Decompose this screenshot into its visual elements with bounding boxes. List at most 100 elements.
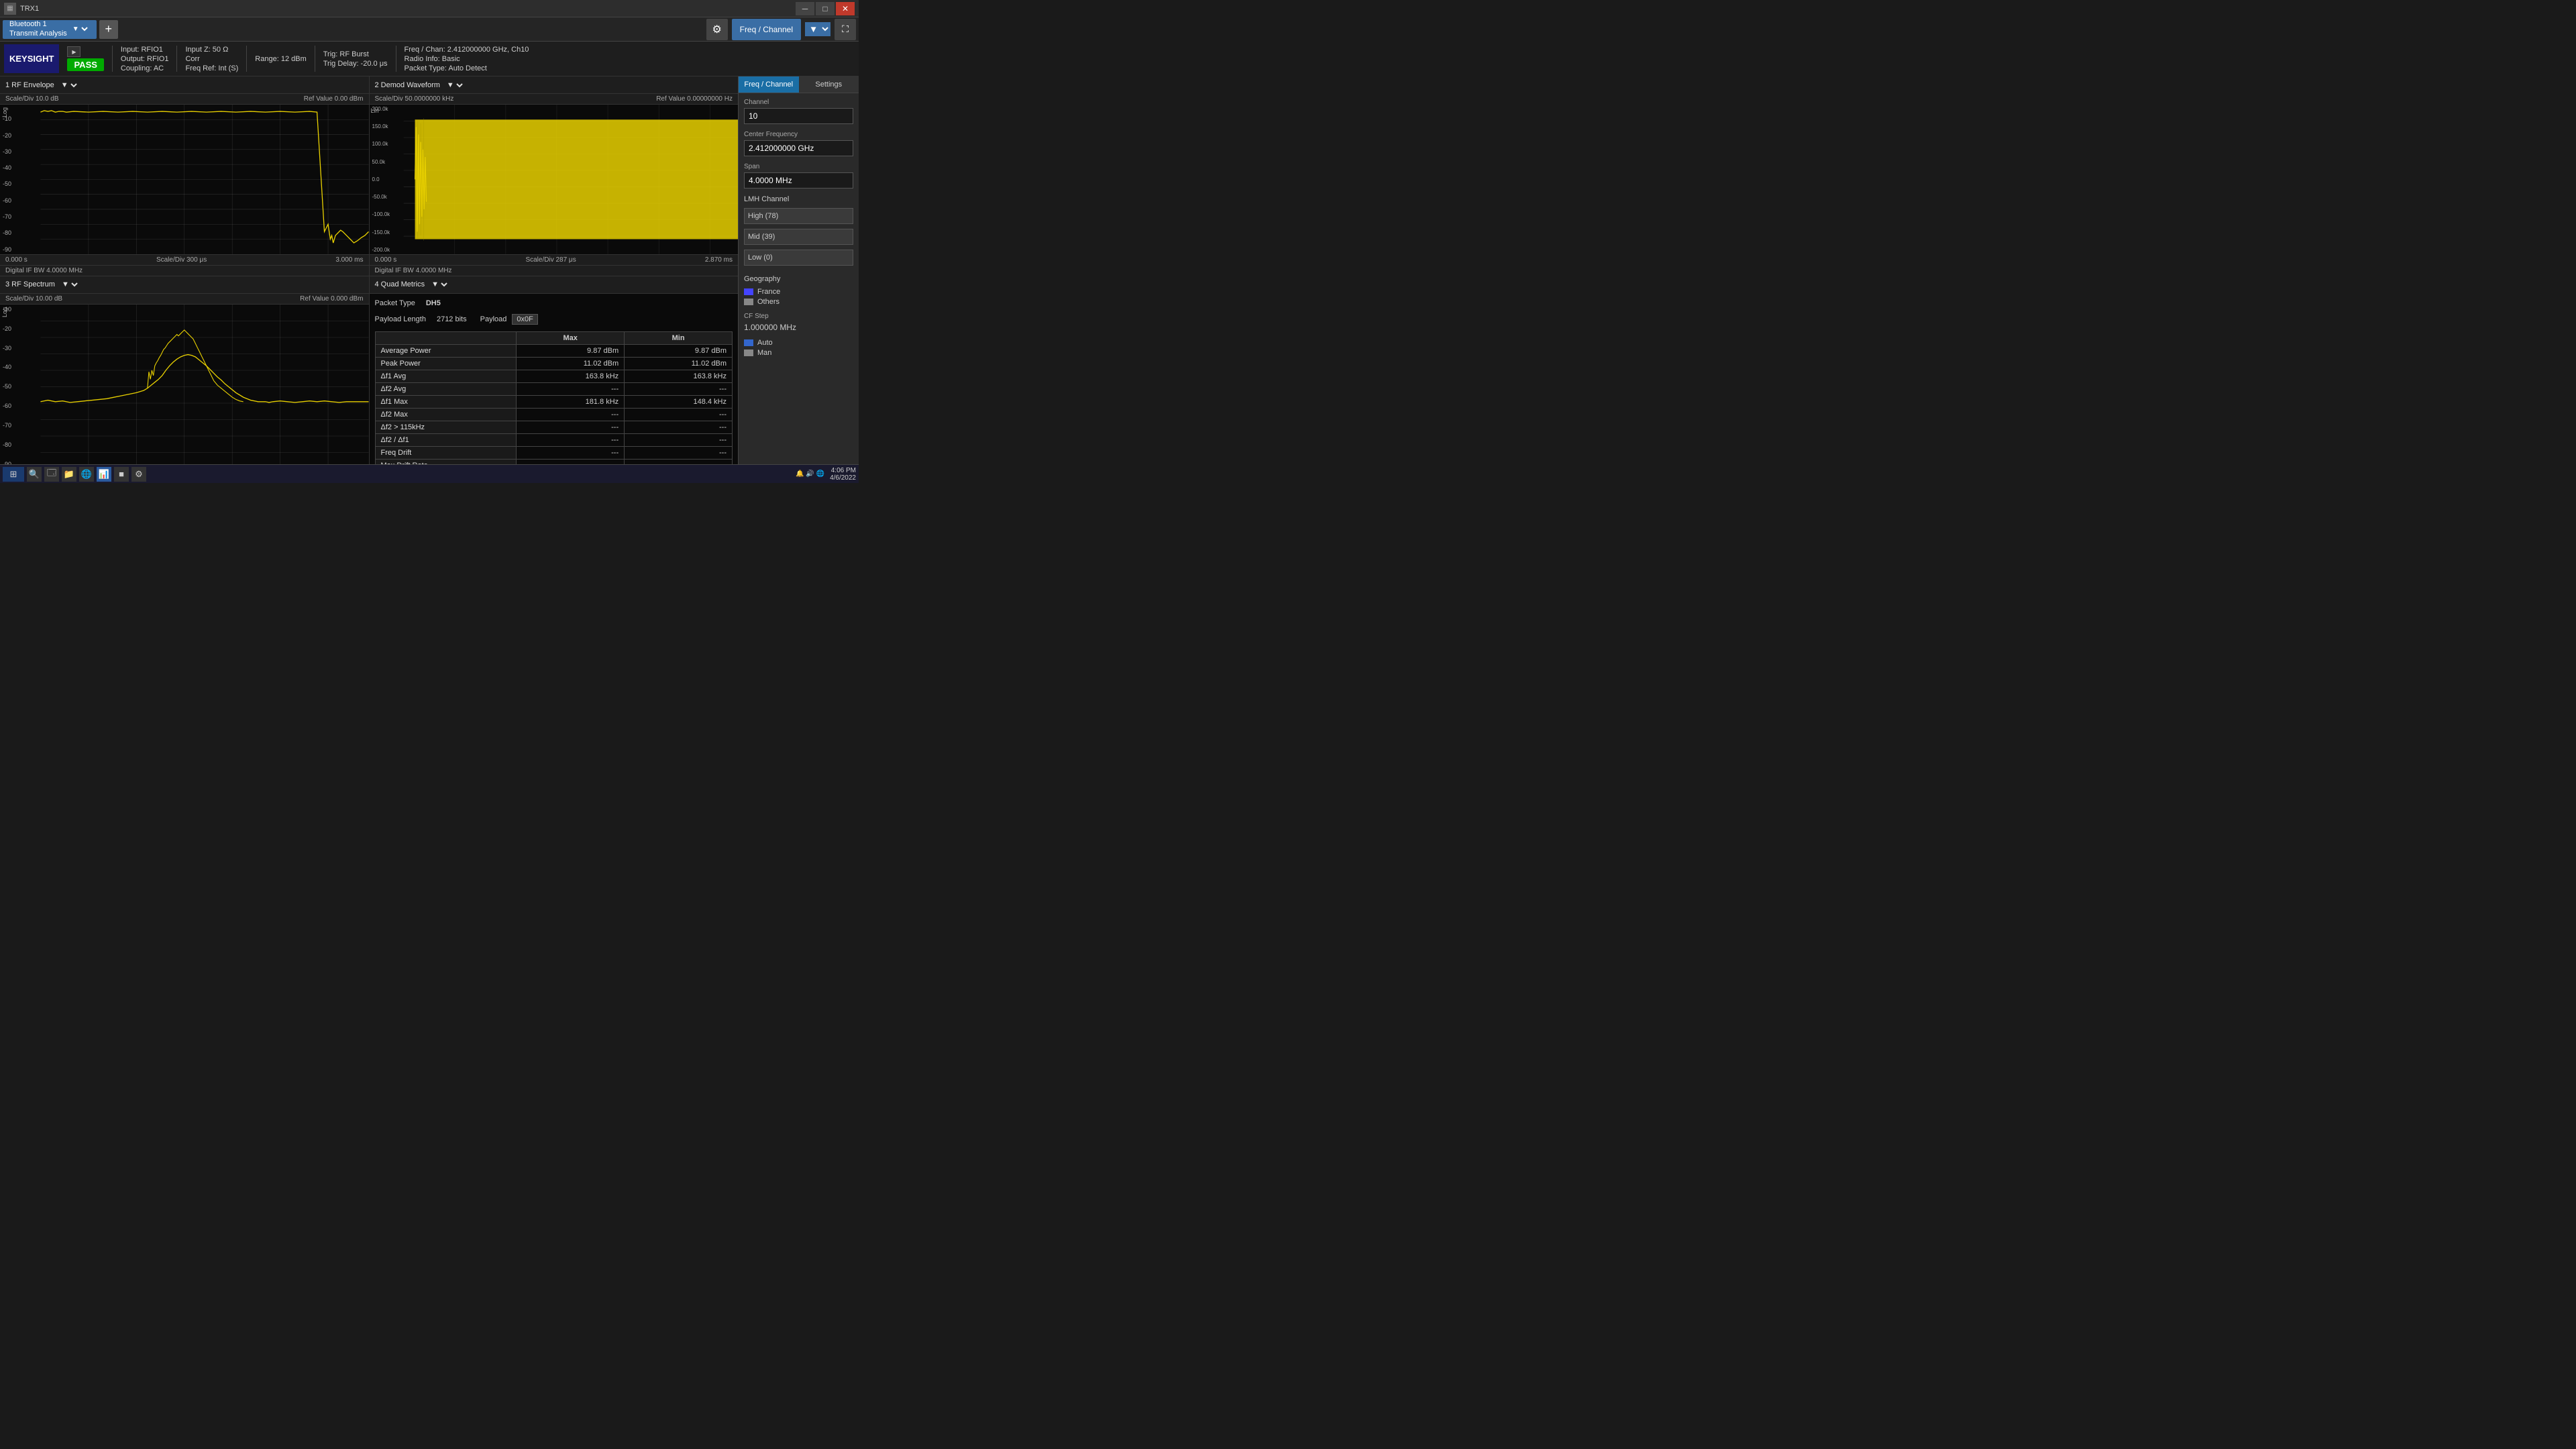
span-input[interactable] (744, 172, 853, 189)
range-info: Range: 12 dBm (255, 44, 306, 73)
metric-min: --- (625, 446, 733, 459)
metric-name: Max Drift Rate (375, 459, 517, 464)
cf-step-value: 1.000000 MHz (744, 323, 853, 332)
search-taskbar-button[interactable]: 🔍 (27, 467, 42, 482)
time-display: 4:06 PM (831, 467, 856, 474)
center-freq-input[interactable] (744, 140, 853, 156)
close-button[interactable]: ✕ (836, 2, 855, 15)
demod-scale-bar: Scale/Div 50.0000000 kHz Ref Value 0.000… (370, 94, 739, 105)
packet-info: Packet Type DH5 (375, 299, 733, 307)
geography-others[interactable]: Others (744, 298, 853, 306)
window-controls: ─ □ ✕ (796, 2, 855, 15)
others-label: Others (757, 298, 780, 306)
rf-spectrum-panel: 3 RF Spectrum ▼ Scale/Div 10.00 dB Ref V… (0, 276, 370, 464)
metric-min: --- (625, 408, 733, 421)
app-icon: ▦ (4, 3, 16, 15)
io-info: Input: RFIO1 Output: RFIO1 Coupling: AC (121, 44, 169, 73)
cf-step-label: CF Step (744, 313, 853, 320)
maximize-button[interactable]: □ (816, 2, 835, 15)
system-tray: 🔔 🔊 🌐 (796, 470, 824, 478)
title-bar: ▦ TRX1 ─ □ ✕ (0, 0, 859, 17)
lmh-channel-field: LMH Channel High (78) Mid (39) Low (0) (744, 195, 853, 268)
settings-gear-button[interactable]: ⚙ (706, 19, 728, 40)
metric-max: --- (517, 459, 625, 464)
metrics-header-name (375, 331, 517, 344)
quad-metrics-dropdown[interactable]: ▼ (429, 280, 449, 289)
minimize-button[interactable]: ─ (796, 2, 814, 15)
rf-bw: Digital IF BW 4.0000 MHz (5, 267, 83, 274)
metric-name: Δf2 Max (375, 408, 517, 421)
rf-envelope-dropdown[interactable]: ▼ (58, 80, 79, 90)
metric-min: 148.4 kHz (625, 395, 733, 408)
metric-min: 163.8 kHz (625, 370, 733, 382)
rf-ref-value: Ref Value 0.00 dBm (304, 95, 364, 103)
chart-app-button[interactable]: 📊 (97, 467, 111, 482)
trig-type: Trig: RF Burst (323, 50, 388, 58)
freq-channel-button[interactable]: Freq / Channel (732, 19, 801, 40)
payload-length-label: Payload Length (375, 315, 426, 323)
spectrum-scale-div: Scale/Div 10.00 dB (5, 295, 62, 303)
table-row: Δf1 Max181.8 kHz148.4 kHz (375, 395, 733, 408)
impedance-info: Input Z: 50 Ω Corr Freq Ref: Int (S) (185, 44, 238, 73)
sidebar-content: Channel Center Frequency Span LMH Channe… (739, 93, 859, 362)
charts-area: 1 RF Envelope ▼ Scale/Div 10.0 dB Ref Va… (0, 76, 738, 464)
france-color-indicator (744, 288, 753, 295)
france-label: France (757, 288, 780, 296)
metric-min: --- (625, 459, 733, 464)
tab-settings[interactable]: Settings (799, 76, 859, 93)
right-sidebar: Freq / Channel Settings Channel Center F… (738, 76, 859, 464)
metric-min: --- (625, 382, 733, 395)
channel-input[interactable] (744, 108, 853, 124)
demod-body: Lin 200.0k 150.0k 100.0k 50.0k 0.0 -50.0… (370, 105, 739, 254)
span-label: Span (744, 163, 853, 170)
lmh-high-button[interactable]: High (78) (744, 208, 853, 224)
demod-dropdown[interactable]: ▼ (444, 80, 465, 90)
man-item[interactable]: Man (744, 349, 853, 357)
freq-chan-info: Freq / Chan: 2.412000000 GHz, Ch10 (405, 46, 529, 54)
expand-button[interactable]: ⛶ (835, 19, 856, 40)
freq-channel-dropdown[interactable]: ▼ (805, 22, 830, 36)
taskbar: ⊞ 🔍 🗔 📁 🌐 📊 ■ ⚙ 🔔 🔊 🌐 4:06 PM 4/6/2022 (0, 464, 859, 483)
packet-type-row: Packet Type DH5 (375, 299, 441, 307)
payload-info: Payload Length 2712 bits Payload 0x0F (375, 314, 733, 325)
rf-log-label: Log (1, 107, 8, 117)
metrics-header-min: Min (625, 331, 733, 344)
demod-time-end: 2.870 ms (705, 256, 733, 264)
geography-france[interactable]: France (744, 288, 853, 296)
geography-field: Geography France Others (744, 275, 853, 306)
metric-max: 181.8 kHz (517, 395, 625, 408)
metric-max: --- (517, 408, 625, 421)
active-tab[interactable]: Bluetooth 1Transmit Analysis ▼ (3, 20, 97, 39)
file-explorer-button[interactable]: 📁 (62, 467, 76, 482)
rf-envelope-title: 1 RF Envelope (5, 81, 54, 89)
recorder-button[interactable]: ■ (114, 467, 129, 482)
browser-button[interactable]: 🌐 (79, 467, 94, 482)
lmh-low-button[interactable]: Low (0) (744, 250, 853, 266)
table-row: Δf2 Max------ (375, 408, 733, 421)
add-tab-button[interactable]: + (99, 20, 118, 39)
demod-bw: Digital IF BW 4.0000 MHz (375, 267, 452, 274)
play-button[interactable]: ▶ (67, 46, 80, 57)
man-label: Man (757, 349, 771, 357)
start-button[interactable]: ⊞ (3, 467, 24, 482)
spectrum-ref-value: Ref Value 0.000 dBm (300, 295, 363, 303)
tab-dropdown[interactable]: ▼ (70, 25, 90, 34)
settings-taskbar-button[interactable]: ⚙ (131, 467, 146, 482)
quad-metrics-body: Packet Type DH5 Payload Length 2712 bits… (370, 294, 739, 464)
charts-bottom-row: 3 RF Spectrum ▼ Scale/Div 10.00 dB Ref V… (0, 276, 738, 464)
demod-scale-time: Scale/Div 287 μs (525, 256, 576, 264)
auto-item[interactable]: Auto (744, 339, 853, 347)
auto-man-field: Auto Man (744, 339, 853, 357)
range-value: Range: 12 dBm (255, 55, 306, 63)
task-view-button[interactable]: 🗔 (44, 467, 59, 482)
metric-max: --- (517, 382, 625, 395)
rf-envelope-scale-bar: Scale/Div 10.0 dB Ref Value 0.00 dBm (0, 94, 369, 105)
lmh-mid-button[interactable]: Mid (39) (744, 229, 853, 245)
demod-header: 2 Demod Waveform ▼ (370, 76, 739, 94)
rf-spectrum-dropdown[interactable]: ▼ (59, 280, 80, 289)
tab-freq-channel[interactable]: Freq / Channel (739, 76, 799, 93)
packet-type-label: Packet Type (375, 299, 415, 307)
metric-name: Δf2 > 115kHz (375, 421, 517, 433)
metrics-table: Max Min Average Power9.87 dBm9.87 dBmPea… (375, 331, 733, 464)
payload-value-box: 0x0F (512, 314, 537, 325)
